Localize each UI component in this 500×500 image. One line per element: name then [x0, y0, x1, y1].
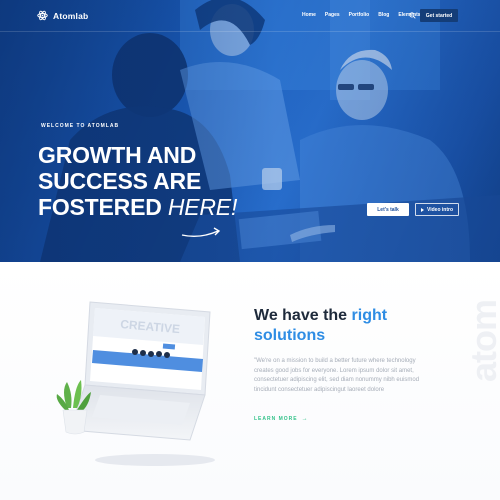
- play-icon: [420, 207, 424, 212]
- logo[interactable]: Atomlab: [37, 10, 88, 21]
- menu-item-pages[interactable]: Pages: [325, 12, 340, 18]
- atom-logo-icon: [37, 10, 48, 21]
- headline-emphasis: HERE!: [167, 194, 238, 220]
- title-end: solutions: [254, 327, 326, 344]
- title-accent: right: [351, 307, 388, 324]
- menu-item-blog[interactable]: Blog: [378, 12, 389, 18]
- headline-line-3-text: FOSTERED: [38, 194, 162, 220]
- hero-overlay: [0, 0, 500, 262]
- learn-more-link[interactable]: LEARN MORE →: [254, 416, 309, 422]
- learn-more-label: LEARN MORE: [254, 416, 298, 422]
- main-menu: Home Pages Portfolio Blog Elements: [302, 12, 421, 18]
- solutions-title: We have the right solutions: [254, 306, 387, 346]
- menu-item-portfolio[interactable]: Portfolio: [349, 12, 370, 18]
- brand-name: Atomlab: [53, 10, 89, 21]
- watermark-word: atom: [463, 299, 500, 382]
- page: Atomlab Home Pages Portfolio Blog Elemen…: [0, 0, 500, 500]
- watermark-text: atom: [455, 282, 500, 392]
- solutions-body-text: "We're on a mission to build a better fu…: [254, 358, 420, 393]
- top-nav: Atomlab Home Pages Portfolio Blog Elemen…: [0, 0, 500, 32]
- solutions-title-line-1: We have the right: [254, 306, 387, 326]
- get-started-button[interactable]: Get started: [420, 9, 458, 22]
- hero-kicker: WELCOME TO ATOMLAB: [41, 123, 120, 129]
- potted-plant-image: [56, 380, 91, 435]
- search-icon[interactable]: [409, 12, 416, 19]
- nav-divider: [0, 31, 500, 32]
- arrow-right-icon: →: [301, 416, 309, 422]
- headline-line-1: GROWTH AND: [38, 142, 197, 168]
- headline-line-3: FOSTERED HERE!: [38, 194, 237, 220]
- hero-section: Atomlab Home Pages Portfolio Blog Elemen…: [0, 0, 500, 262]
- headline-line-2: SUCCESS ARE: [38, 168, 202, 194]
- hero-headline: GROWTH AND SUCCESS ARE FOSTERED HERE!: [38, 142, 237, 220]
- curved-arrow-icon: [181, 227, 221, 238]
- video-intro-label: Video intro: [426, 206, 454, 213]
- title-start: We have the: [254, 307, 348, 324]
- lets-talk-button[interactable]: Let's talk: [367, 203, 409, 216]
- menu-item-home[interactable]: Home: [302, 12, 316, 18]
- video-intro-button[interactable]: Video intro: [415, 203, 459, 216]
